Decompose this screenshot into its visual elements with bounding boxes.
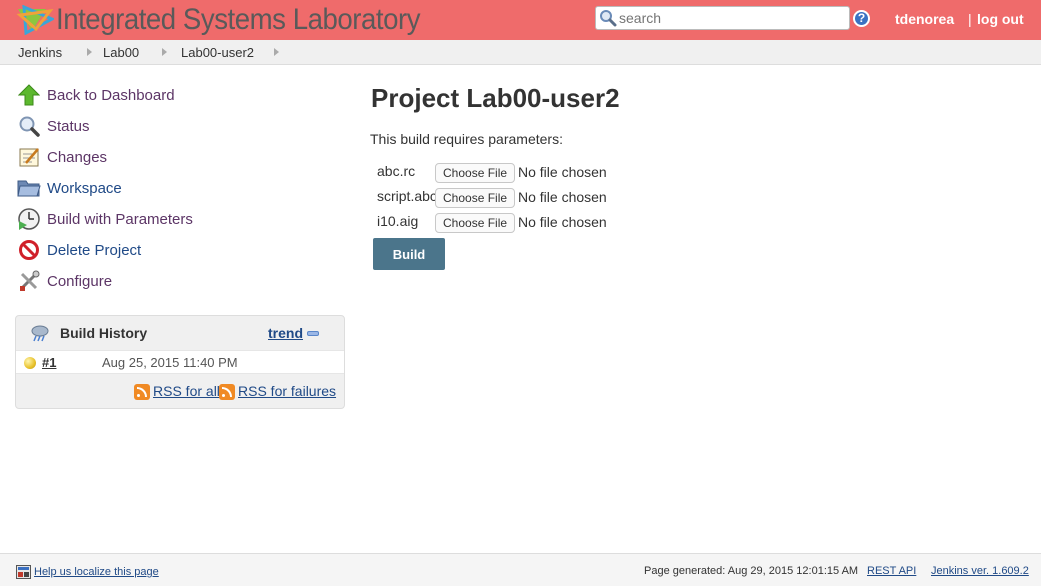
breadcrumb-arrow-icon[interactable] xyxy=(87,48,92,56)
isl-logo-icon xyxy=(16,5,54,35)
task-label: Back to Dashboard xyxy=(47,86,175,104)
footer: Help us localize this page Page generate… xyxy=(0,553,1041,586)
status-ball-icon xyxy=(24,357,36,369)
search-box[interactable] xyxy=(595,6,850,30)
task-label: Changes xyxy=(47,148,108,166)
trend-icon[interactable] xyxy=(307,331,319,336)
page-title: Project Lab00-user2 xyxy=(371,83,620,113)
task-label: Status xyxy=(47,117,90,135)
localize-icon[interactable] xyxy=(16,565,31,579)
choose-file-button[interactable]: Choose File xyxy=(435,188,516,208)
task-build-with-parameters[interactable]: Build with Parameters xyxy=(17,207,193,231)
breadcrumb-project[interactable]: Lab00-user2 xyxy=(181,45,254,60)
task-label: Delete Project xyxy=(47,241,142,259)
localize-link[interactable]: Help us localize this page xyxy=(34,566,159,578)
breadcrumb-arrow-icon[interactable] xyxy=(162,48,167,56)
logout-separator: | xyxy=(968,11,972,27)
task-back-to-dashboard[interactable]: Back to Dashboard xyxy=(17,83,175,107)
rss-failures-link[interactable]: RSS for failures xyxy=(238,383,336,399)
file-status: No file chosen xyxy=(518,189,607,205)
header: Integrated Systems Laboratory ? tdenorea… xyxy=(0,0,1041,40)
notepad-icon xyxy=(17,145,41,169)
breadcrumb-arrow-icon[interactable] xyxy=(274,48,279,56)
task-status[interactable]: Status xyxy=(17,114,90,138)
build-history-title: Build History xyxy=(60,325,148,341)
breadcrumb-jenkins[interactable]: Jenkins xyxy=(18,45,62,60)
trend-link[interactable]: trend xyxy=(268,325,303,341)
task-label: Workspace xyxy=(47,179,122,197)
file-status: No file chosen xyxy=(518,214,607,230)
rss-all-link[interactable]: RSS for all xyxy=(153,383,220,399)
breadcrumb: Jenkins Lab00 Lab00-user2 xyxy=(0,40,1041,65)
logo[interactable]: Integrated Systems Laboratory xyxy=(16,3,452,36)
build-history-header: Build History trend xyxy=(16,316,344,350)
task-changes[interactable]: Changes xyxy=(17,145,107,169)
search-input[interactable] xyxy=(619,10,839,26)
page-generated-text: Page generated: Aug 29, 2015 12:01:15 AM xyxy=(644,565,859,577)
help-icon[interactable]: ? xyxy=(853,10,870,27)
build-history-panel: Build History trend #1 Aug 25, 2015 11:4… xyxy=(15,315,345,409)
logo-text: Integrated Systems Laboratory xyxy=(56,3,421,36)
file-status: No file chosen xyxy=(518,164,607,180)
param-name: script.abc xyxy=(377,188,437,204)
rest-api-link[interactable]: REST API xyxy=(867,565,916,577)
search-icon xyxy=(600,10,617,27)
rss-icon[interactable] xyxy=(134,384,150,400)
logout-link[interactable]: log out xyxy=(977,11,1024,27)
cloud-icon xyxy=(31,325,49,342)
build-button[interactable]: Build xyxy=(373,238,445,270)
no-entry-icon xyxy=(17,238,41,262)
param-name: abc.rc xyxy=(377,163,416,179)
clock-icon xyxy=(17,207,41,231)
task-label: Configure xyxy=(47,272,113,290)
task-workspace[interactable]: Workspace xyxy=(17,176,122,200)
param-name: i10.aig xyxy=(377,213,419,229)
rss-icon[interactable] xyxy=(219,384,235,400)
tools-icon xyxy=(17,269,41,293)
task-delete-project[interactable]: Delete Project xyxy=(17,238,141,262)
build-number-link[interactable]: #1 xyxy=(42,355,56,370)
user-link[interactable]: tdenorea xyxy=(895,11,954,27)
folder-icon xyxy=(17,176,41,200)
task-label: Build with Parameters xyxy=(47,210,193,228)
jenkins-version-link[interactable]: Jenkins ver. 1.609.2 xyxy=(931,565,1029,577)
choose-file-button[interactable]: Choose File xyxy=(435,213,516,233)
parameters-intro: This build requires parameters: xyxy=(370,131,563,147)
task-configure[interactable]: Configure xyxy=(17,269,112,293)
choose-file-button[interactable]: Choose File xyxy=(435,163,516,183)
build-date: Aug 25, 2015 11:40 PM xyxy=(102,355,238,370)
up-arrow-icon xyxy=(17,83,41,107)
build-row: #1 Aug 25, 2015 11:40 PM xyxy=(16,350,344,374)
magnifier-icon xyxy=(17,114,41,138)
breadcrumb-lab00[interactable]: Lab00 xyxy=(103,45,139,60)
